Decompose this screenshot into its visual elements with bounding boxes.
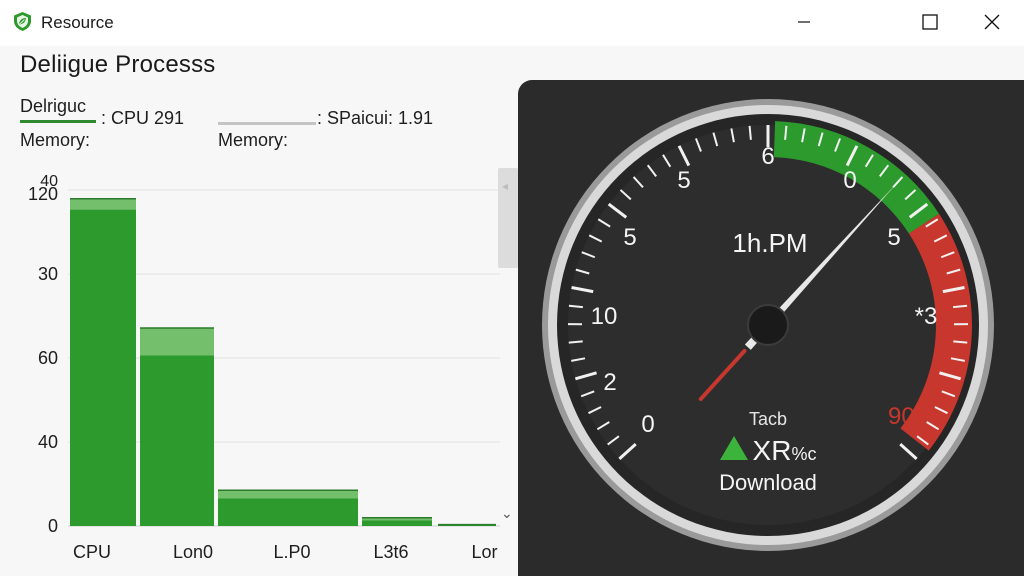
gauge-caption: Download	[719, 470, 817, 495]
title-bar: Resource	[0, 0, 1024, 46]
y-tick-label: 60	[38, 348, 58, 368]
gauge-tick-label: 2	[603, 369, 616, 396]
cpu-stat: : CPU 291	[101, 108, 185, 128]
gauge-tick-label: 6	[761, 143, 774, 170]
scroll-up-icon[interactable]: ◂	[502, 180, 508, 192]
download-gauge-panel: 0 2 10 5 5 6 0 5 *3 900 1h.PM Tacb XR %c Download	[518, 80, 1024, 576]
x-category-label: Lon0	[173, 542, 213, 562]
gauge-tick	[953, 340, 968, 344]
gauge-tick-label: 0	[843, 167, 856, 194]
x-category-label: L3t6	[373, 542, 408, 562]
y-tick-label: 0	[48, 516, 58, 536]
gauge-tick-label: 0	[641, 411, 654, 438]
usage-indicator-gray	[218, 122, 316, 125]
gauge-sub-label: Tacb	[749, 409, 787, 429]
gauge-tick-label: 5	[677, 167, 690, 194]
gauge-tick-label: 5	[623, 224, 636, 251]
gauge-hub	[747, 304, 789, 346]
gauge-tick-label: *3	[915, 303, 938, 330]
minimize-button[interactable]	[774, 0, 834, 44]
chart-bar	[218, 498, 358, 526]
chart-scrollbar[interactable]: ◂ ⌄	[498, 166, 518, 526]
gauge-tick	[568, 340, 583, 344]
speed-stat: : SPaicui: 1.91	[317, 108, 434, 128]
x-category-label: Lor B	[471, 542, 500, 562]
usage-indicator-green	[20, 120, 96, 123]
y-tick-label: 40	[40, 173, 58, 190]
gauge-tick	[953, 304, 968, 309]
gauge-tick	[784, 125, 788, 140]
window-title: Resource	[41, 13, 114, 32]
gauge-center-label: 1h.PM	[732, 228, 807, 258]
gauge-unit-label: %c	[791, 444, 816, 464]
app-leaf-icon	[12, 11, 33, 32]
close-button[interactable]	[962, 0, 1022, 44]
speedometer-gauge: 021055605*39001h.PMTacbXR %cDownload	[542, 99, 994, 551]
minimize-icon	[798, 21, 810, 23]
gauge-tick-label: 900	[888, 403, 928, 430]
gauge-tick	[568, 304, 583, 309]
memory-label: Memory:	[20, 130, 91, 150]
gauge-tick-label: 10	[591, 303, 618, 330]
maximize-button[interactable]	[900, 0, 960, 44]
stat-label: Delriguc	[20, 96, 87, 116]
close-icon	[984, 14, 1000, 30]
y-tick-label: 30	[38, 264, 58, 284]
resource-bar-chart: 040603012040CPULon0L.P0L3t6Lor B	[28, 173, 500, 562]
gauge-tick	[748, 125, 752, 140]
maximize-icon	[922, 14, 938, 30]
gauge-value-label: XR	[753, 435, 792, 466]
x-category-label: CPU	[73, 542, 111, 562]
chart-bar	[140, 355, 214, 526]
x-category-label: L.P0	[273, 542, 310, 562]
scroll-down-icon[interactable]: ⌄	[501, 506, 513, 520]
page-title: Deliigue Processs	[20, 51, 216, 78]
chart-bar	[70, 209, 136, 526]
y-tick-label: 40	[38, 432, 58, 452]
memory-label-2: Memory:	[218, 130, 289, 150]
chart-bar	[362, 520, 432, 526]
gauge-tick-label: 5	[887, 224, 900, 251]
